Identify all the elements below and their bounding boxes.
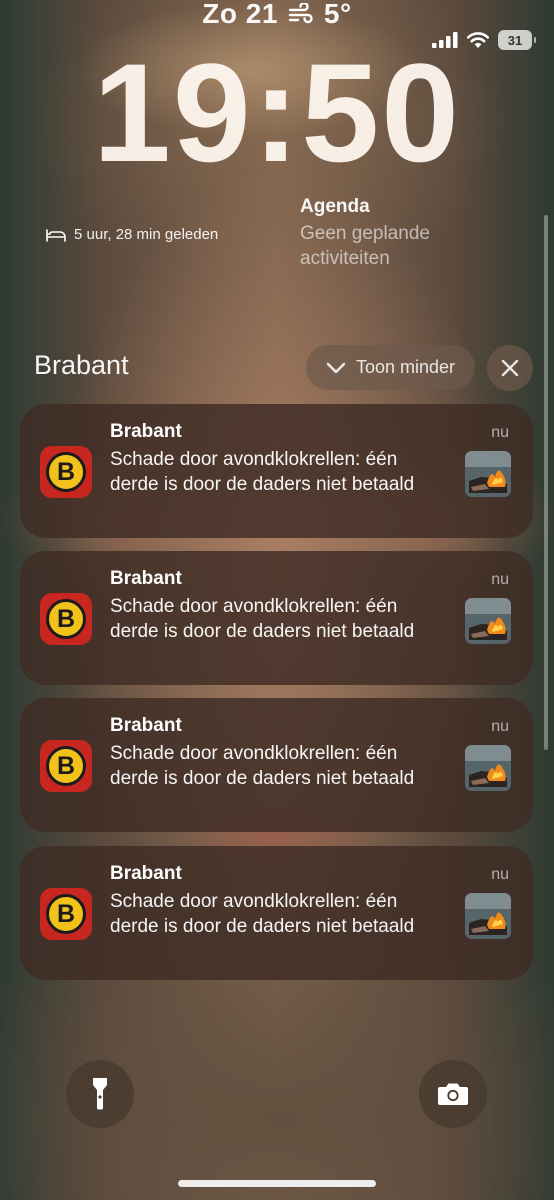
flashlight-icon [93,1078,107,1110]
date-weather-row[interactable]: Zo 21 5° [0,0,554,30]
notification-thumbnail [465,451,511,497]
notification-body: Schade door avondklokrellen: één derde i… [110,449,415,495]
app-icon-letter: B [46,599,86,639]
notification-body: Schade door avondklokrellen: één derde i… [110,743,415,789]
notification-card[interactable]: B Brabant nu Schade door avondklokrellen… [20,404,533,538]
agenda-text: Geen geplande activiteiten [300,223,430,269]
notification-group-title: Brabant [34,350,129,380]
camera-icon [438,1083,468,1105]
notification-app-name: Brabant [110,421,182,442]
home-indicator[interactable] [178,1180,376,1187]
app-icon-letter: B [46,894,86,934]
date-label: Zo 21 [202,0,278,29]
notification-thumbnail [465,745,511,791]
clear-group-button[interactable] [487,345,533,391]
notification-body: Schade door avondklokrellen: één derde i… [110,891,415,937]
flashlight-button[interactable] [66,1060,134,1128]
notification-time: nu [491,866,509,883]
temperature-label: 5° [323,0,352,29]
agenda-widget[interactable]: Agenda Geen geplande activiteiten [300,196,500,271]
omroep-brabant-app-icon: B [40,593,92,645]
notification-time: nu [491,424,509,441]
lock-screen-clock: 19:50 [92,34,462,191]
notification-card[interactable]: B Brabant nu Schade door avondklokrellen… [20,551,533,685]
omroep-brabant-app-icon: B [40,740,92,792]
scroll-indicator [544,215,548,750]
sleep-widget[interactable]: 5 uur, 28 min geleden [46,226,218,243]
show-less-button[interactable]: Toon minder [306,345,475,390]
show-less-label: Toon minder [355,357,456,377]
app-icon-letter: B [46,746,86,786]
camera-button[interactable] [419,1060,487,1128]
notification-time: nu [491,571,509,588]
notification-app-name: Brabant [110,863,182,884]
bed-icon [46,228,66,242]
notification-thumbnail [465,893,511,939]
app-icon-letter: B [46,452,86,492]
close-icon [501,359,519,377]
notification-card[interactable]: B Brabant nu Schade door avondklokrellen… [20,698,533,832]
notification-app-name: Brabant [110,568,182,589]
agenda-title: Agenda [300,196,370,217]
notification-app-name: Brabant [110,715,182,736]
sleep-label: 5 uur, 28 min geleden [74,226,219,243]
notification-card[interactable]: B Brabant nu Schade door avondklokrellen… [20,846,533,980]
omroep-brabant-app-icon: B [40,446,92,498]
wind-icon [288,3,313,24]
chevron-down-icon [326,362,346,373]
notification-time: nu [491,718,509,735]
notification-thumbnail [465,598,511,644]
notification-body: Schade door avondklokrellen: één derde i… [110,596,415,642]
omroep-brabant-app-icon: B [40,888,92,940]
